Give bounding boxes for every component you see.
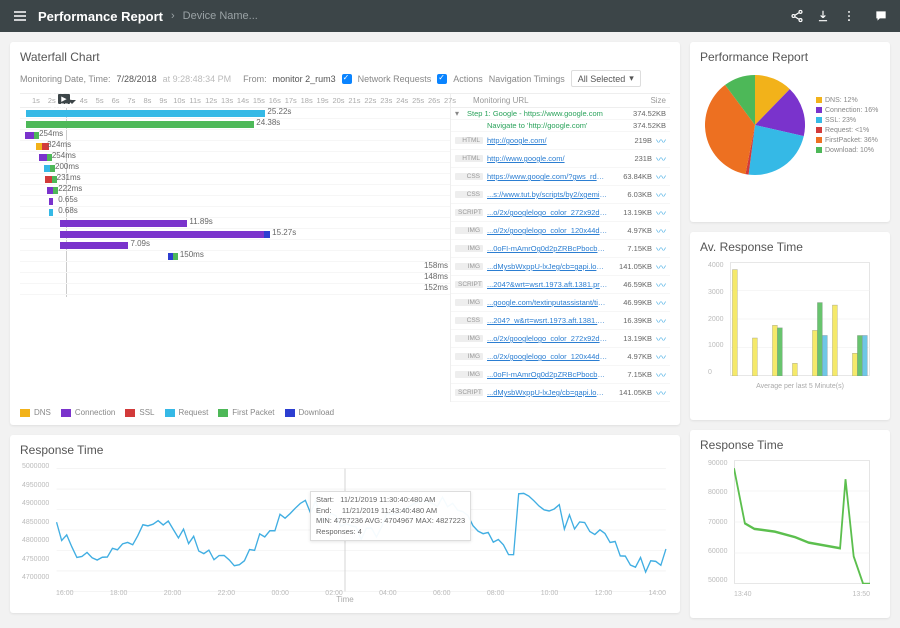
more-icon[interactable] bbox=[840, 7, 858, 25]
page-title: Performance Report bbox=[38, 9, 163, 24]
checkbox-actions[interactable] bbox=[437, 74, 447, 84]
request-row[interactable]: Navigate to 'http://google.com'374.52KB bbox=[451, 120, 670, 132]
waterfall-row[interactable]: 231ms bbox=[20, 174, 450, 185]
dropdown-nav-timings[interactable]: All Selected▾ bbox=[571, 70, 641, 87]
response-time-card: Response Time 50000004950000490000048500… bbox=[10, 435, 680, 613]
response-time-title: Response Time bbox=[20, 443, 670, 457]
waterfall-row[interactable]: 324ms bbox=[20, 141, 450, 152]
pie-legend: DNS: 12%Connection: 16%SSL: 23%Request: … bbox=[816, 97, 878, 154]
avg-title: Av. Response Time bbox=[700, 240, 880, 254]
request-row[interactable]: ▾Step 1: Google - https://www.google.com… bbox=[451, 108, 670, 120]
waterfall-row[interactable]: 254ms bbox=[20, 152, 450, 163]
column-header-url: Monitoring URL bbox=[473, 96, 529, 105]
waterfall-row[interactable]: 254ms bbox=[20, 130, 450, 141]
waterfall-row[interactable]: 152ms bbox=[20, 284, 450, 295]
rtmini-title: Response Time bbox=[700, 438, 880, 452]
column-header-size: Size bbox=[650, 96, 666, 105]
waterfall-request-list: Monitoring URL Size ▾Step 1: Google - ht… bbox=[450, 94, 670, 402]
waterfall-row[interactable]: 148ms bbox=[20, 273, 450, 284]
waterfall-row[interactable]: 158ms bbox=[20, 262, 450, 273]
request-row[interactable]: CSShttps://www.google.com/?gws_rd=ssl63.… bbox=[451, 168, 670, 186]
performance-pie-card: Performance Report DNS: 12%Connection: 1… bbox=[690, 42, 890, 222]
breadcrumb-chevron-icon: › bbox=[171, 10, 175, 22]
waterfall-row[interactable]: 0.65s bbox=[20, 196, 450, 207]
avg-bar-chart[interactable]: 40003000200010000 Average per last 5 Min… bbox=[706, 260, 874, 390]
request-row[interactable]: SCRIPT...dMysbWxppU-lxJeg/cb=gapi.loaded… bbox=[451, 384, 670, 402]
download-icon[interactable] bbox=[814, 7, 832, 25]
request-row[interactable]: CSS...s://www.tut.by/scripts/by2/xgemius… bbox=[451, 186, 670, 204]
filter-from-label: From: bbox=[243, 74, 267, 84]
avg-response-card: Av. Response Time 40003000200010000 Aver… bbox=[690, 232, 890, 420]
waterfall-row[interactable]: 200ms bbox=[20, 163, 450, 174]
top-bar: Performance Report › Device Name... bbox=[0, 0, 900, 32]
comment-icon[interactable] bbox=[872, 7, 890, 25]
waterfall-legend: DNSConnectionSSLRequestFirst PacketDownl… bbox=[20, 408, 670, 417]
waterfall-card: Waterfall Chart Monitoring Date, Time: 7… bbox=[10, 42, 680, 425]
request-row[interactable]: IMG...0oFI-mAmrOg0d2pZRBcPbocbnz6iNg7.15… bbox=[451, 240, 670, 258]
pie-chart[interactable] bbox=[700, 70, 810, 180]
waterfall-row[interactable]: 25.22s bbox=[20, 108, 450, 119]
waterfall-filters: Monitoring Date, Time: 7/28/2018 at 9:28… bbox=[20, 70, 670, 87]
request-row[interactable]: IMG...dMysbWxppU-lxJeg/cb=gapi.loaded_01… bbox=[451, 258, 670, 276]
avg-xlabel: Average per last 5 Minute(s) bbox=[730, 383, 870, 390]
waterfall-time-axis: 1s2s3s4s5s6s7s8s9s10s11s12s13s14s15s16s1… bbox=[20, 94, 450, 108]
filter-time: at 9:28:48:34 PM bbox=[163, 74, 232, 84]
label-actions: Actions bbox=[453, 74, 483, 84]
request-row[interactable]: IMG...google.com/textinputassistant/tia.… bbox=[451, 294, 670, 312]
request-row[interactable]: HTMLhttp://google.com/219B〰 bbox=[451, 132, 670, 150]
waterfall-bars: 25.22s24.38s254ms324ms254ms200ms231ms222… bbox=[20, 108, 450, 295]
breadcrumb-device[interactable]: Device Name... bbox=[183, 10, 258, 22]
request-row[interactable]: SCRIPT...o/2x/googlelogo_color_272x92dp.… bbox=[451, 204, 670, 222]
label-nav-timings: Navigation Timings bbox=[489, 74, 565, 84]
waterfall-row[interactable]: 11.89s bbox=[20, 218, 450, 229]
request-row[interactable]: SCRIPT...204?&wrt=wsrt.1973.aft.1381.prt… bbox=[451, 276, 670, 294]
chevron-down-icon: ▾ bbox=[629, 73, 634, 84]
request-row[interactable]: IMG...o/2x/googlelogo_color_120x44dp.png… bbox=[451, 348, 670, 366]
waterfall-row[interactable]: 222ms bbox=[20, 185, 450, 196]
request-row[interactable]: IMG...o/2x/googlelogo_color_272x92dp.png… bbox=[451, 330, 670, 348]
waterfall-row[interactable]: 24.38s bbox=[20, 119, 450, 130]
waterfall-row[interactable]: 0.68s bbox=[20, 207, 450, 218]
request-row[interactable]: IMG...0oFI-mAmrOg0d2pZRBcPbocbnz6iNg7.15… bbox=[451, 366, 670, 384]
rtmini-chart[interactable]: 9000080000700006000050000 13:4013:50 bbox=[706, 458, 874, 598]
response-time-tooltip: Start: 11/21/2019 11:30:40:480 AM End: 1… bbox=[310, 491, 471, 541]
checkbox-network-requests[interactable] bbox=[342, 74, 352, 84]
waterfall-row[interactable]: 15.27s bbox=[20, 229, 450, 240]
filter-from-value[interactable]: monitor 2_rum3 bbox=[273, 74, 336, 84]
response-time-chart[interactable]: 5000000495000049000004850000480000047500… bbox=[20, 463, 670, 597]
share-icon[interactable] bbox=[788, 7, 806, 25]
filter-datetime-label: Monitoring Date, Time: bbox=[20, 74, 111, 84]
label-network-requests: Network Requests bbox=[358, 74, 432, 84]
waterfall-row[interactable]: 7.09s bbox=[20, 240, 450, 251]
waterfall-row[interactable]: 150ms bbox=[20, 251, 450, 262]
request-row[interactable]: IMG...o/2x/googlelogo_color_120x44dp.png… bbox=[451, 222, 670, 240]
request-row[interactable]: HTMLhttp://www.google.com/231B〰 bbox=[451, 150, 670, 168]
pie-title: Performance Report bbox=[700, 50, 880, 64]
request-row[interactable]: CSS...204?_w&rt=wsrt.1973.aft.1381.prt.3… bbox=[451, 312, 670, 330]
response-time-mini-card: Response Time 9000080000700006000050000 … bbox=[690, 430, 890, 618]
filter-date[interactable]: 7/28/2018 bbox=[117, 74, 157, 84]
waterfall-chart[interactable]: 1s2s3s4s5s6s7s8s9s10s11s12s13s14s15s16s1… bbox=[20, 94, 450, 362]
waterfall-title: Waterfall Chart bbox=[20, 50, 670, 64]
waterfall-playhead-tooltip[interactable]: ▶ 57.14s - 57.26s bbox=[58, 94, 69, 104]
menu-icon[interactable] bbox=[10, 6, 30, 26]
